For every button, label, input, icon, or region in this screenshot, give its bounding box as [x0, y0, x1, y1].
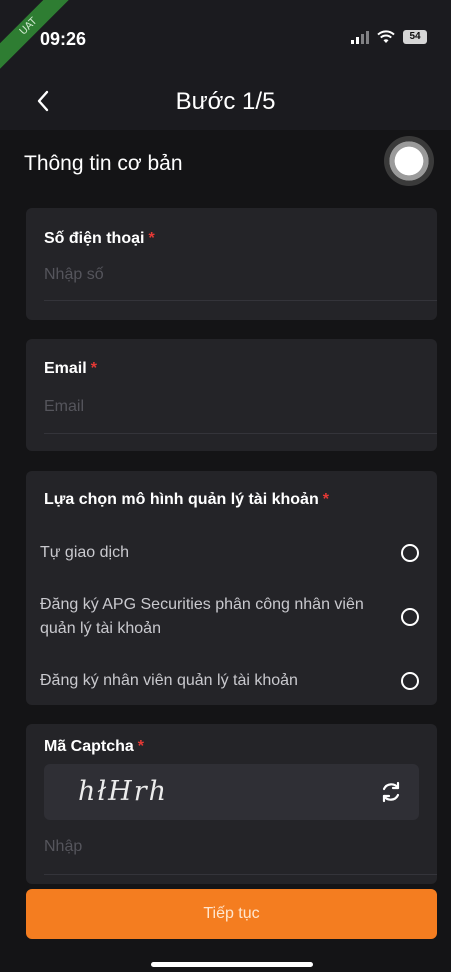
signal-icon: [351, 30, 369, 44]
option-self-trading[interactable]: Tự giao dịch: [40, 541, 419, 565]
status-icons: 54: [351, 30, 427, 44]
status-time: 09:26: [40, 29, 87, 49]
phone-field-card: Số điện thoại * Nhập số: [26, 208, 437, 320]
required-marker: *: [322, 491, 329, 508]
option-label: Đăng ký APG Securities phân công nhân vi…: [40, 596, 364, 637]
account-model-label: Lựa chọn mô hình quản lý tài khoản *: [44, 491, 329, 509]
page-title: Bước 1/5: [175, 88, 276, 115]
option-label: Tự giao dịch: [40, 544, 129, 561]
radio-unchecked-icon[interactable]: [401, 608, 419, 626]
phone-label: Số điện thoại *: [44, 230, 155, 248]
navigation-bar: Bước 1/5: [0, 78, 451, 130]
email-underline: [44, 433, 437, 434]
email-input[interactable]: Email: [44, 398, 84, 416]
status-bar: UAT 09:26 54: [0, 0, 451, 78]
captcha-card: Mã Captcha * hłHrh Nhập: [26, 724, 437, 884]
account-model-card: Lựa chọn mô hình quản lý tài khoản * Tự g…: [26, 471, 437, 705]
required-marker: *: [137, 738, 145, 755]
radio-unchecked-icon[interactable]: [401, 544, 419, 562]
phone-underline: [44, 300, 437, 301]
email-field-card: Email * Email: [26, 339, 437, 451]
radio-unchecked-icon[interactable]: [401, 672, 419, 690]
wifi-icon: [377, 30, 395, 43]
account-model-label-text: Lựa chọn mô hình quản lý tài khoản: [44, 491, 319, 508]
captcha-input[interactable]: Nhập: [44, 838, 82, 856]
option-register-manager[interactable]: Đăng ký nhân viên quản lý tài khoản: [40, 669, 419, 693]
floating-action-knob[interactable]: [384, 136, 434, 186]
phone-input[interactable]: Nhập số: [44, 266, 104, 284]
required-marker: *: [148, 230, 155, 247]
phone-label-text: Số điện thoại: [44, 230, 145, 247]
captcha-image: hłHrh: [44, 764, 419, 820]
continue-button[interactable]: Tiếp tục: [26, 889, 437, 939]
battery-icon: 54: [403, 30, 427, 44]
option-apg-assigned-manager[interactable]: Đăng ký APG Securities phân công nhân vi…: [40, 593, 419, 641]
email-label-text: Email: [44, 360, 87, 377]
captcha-label-text: Mã Captcha: [44, 738, 134, 755]
required-marker: *: [90, 360, 97, 377]
email-label: Email *: [44, 360, 97, 378]
home-indicator: [151, 962, 313, 967]
option-label: Đăng ký nhân viên quản lý tài khoản: [40, 672, 298, 689]
section-title: Thông tin cơ bản: [24, 152, 183, 175]
captcha-code: hłHrh: [78, 776, 168, 807]
captcha-underline: [44, 874, 437, 875]
refresh-icon[interactable]: [379, 780, 403, 804]
captcha-label: Mã Captcha *: [44, 738, 144, 756]
